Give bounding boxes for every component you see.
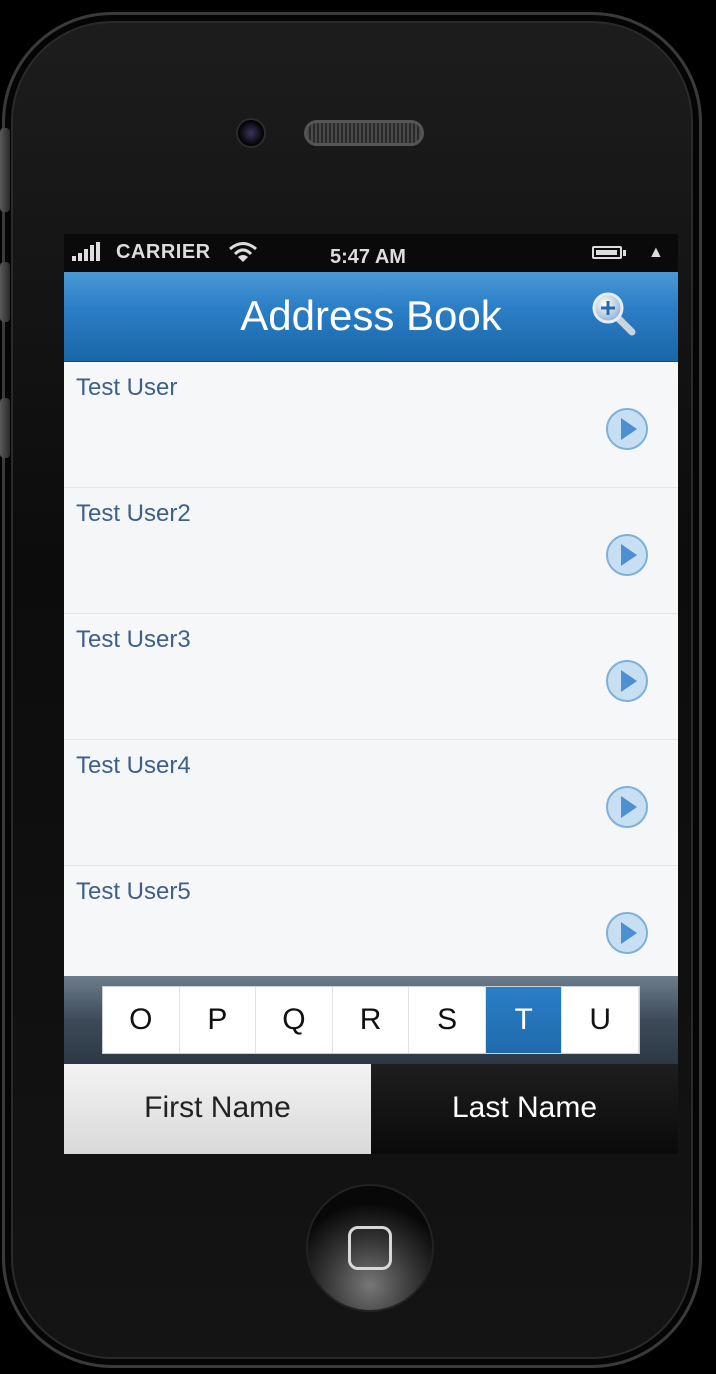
list-item[interactable]: Test User3 (64, 614, 678, 740)
navigation-header: Address Book (64, 272, 678, 362)
letter-u[interactable]: U (562, 987, 640, 1053)
wifi-icon (229, 242, 257, 262)
earpiece-speaker (304, 120, 424, 146)
arrow-right-circle-icon[interactable] (604, 658, 650, 704)
contact-name: Test User4 (76, 752, 191, 779)
tab-first-name[interactable]: First Name (64, 1064, 371, 1154)
list-item[interactable]: Test User5 (64, 866, 678, 992)
front-camera (236, 118, 266, 148)
battery-tip (623, 250, 626, 256)
letter-r[interactable]: R (333, 987, 410, 1053)
letter-q[interactable]: Q (256, 987, 333, 1053)
arrow-right-circle-icon[interactable] (604, 406, 650, 452)
alphabet-index: O P Q R S T U (102, 986, 640, 1054)
alphabet-toolbar: O P Q R S T U (64, 976, 678, 1064)
list-item[interactable]: Test User4 (64, 740, 678, 866)
carrier-label: CARRIER (116, 241, 211, 263)
status-time: 5:47 AM (330, 246, 406, 268)
battery-icon (592, 246, 622, 259)
home-button[interactable] (306, 1184, 434, 1312)
contact-list: Test User Test User2 Test User3 Test Use… (64, 362, 678, 992)
letter-s[interactable]: S (409, 987, 486, 1053)
volume-up-button (0, 262, 10, 322)
letter-o[interactable]: O (103, 987, 180, 1053)
page-title: Address Book (240, 292, 502, 339)
letter-p[interactable]: P (180, 987, 257, 1053)
list-item[interactable]: Test User2 (64, 488, 678, 614)
arrow-right-circle-icon[interactable] (604, 910, 650, 956)
contact-name: Test User2 (76, 500, 191, 527)
contact-name: Test User3 (76, 626, 191, 653)
arrow-right-circle-icon[interactable] (604, 784, 650, 830)
signal-bars-icon (72, 242, 100, 261)
tab-last-name[interactable]: Last Name (371, 1064, 678, 1154)
mute-switch (0, 128, 10, 212)
contact-name: Test User (76, 374, 178, 401)
app-screen: CARRIER 5:47 AM ▲ Address Book Test User… (64, 234, 678, 1154)
letter-t[interactable]: T (485, 987, 563, 1053)
home-square-icon (348, 1226, 392, 1270)
arrow-right-circle-icon[interactable] (604, 532, 650, 578)
volume-down-button (0, 398, 10, 458)
status-bar: CARRIER 5:47 AM ▲ (64, 234, 678, 272)
contact-name: Test User5 (76, 878, 191, 905)
zoom-in-icon[interactable] (588, 288, 638, 338)
location-arrow-icon: ▲ (648, 244, 664, 261)
sort-tabs: First Name Last Name (64, 1064, 678, 1154)
list-item[interactable]: Test User (64, 362, 678, 488)
